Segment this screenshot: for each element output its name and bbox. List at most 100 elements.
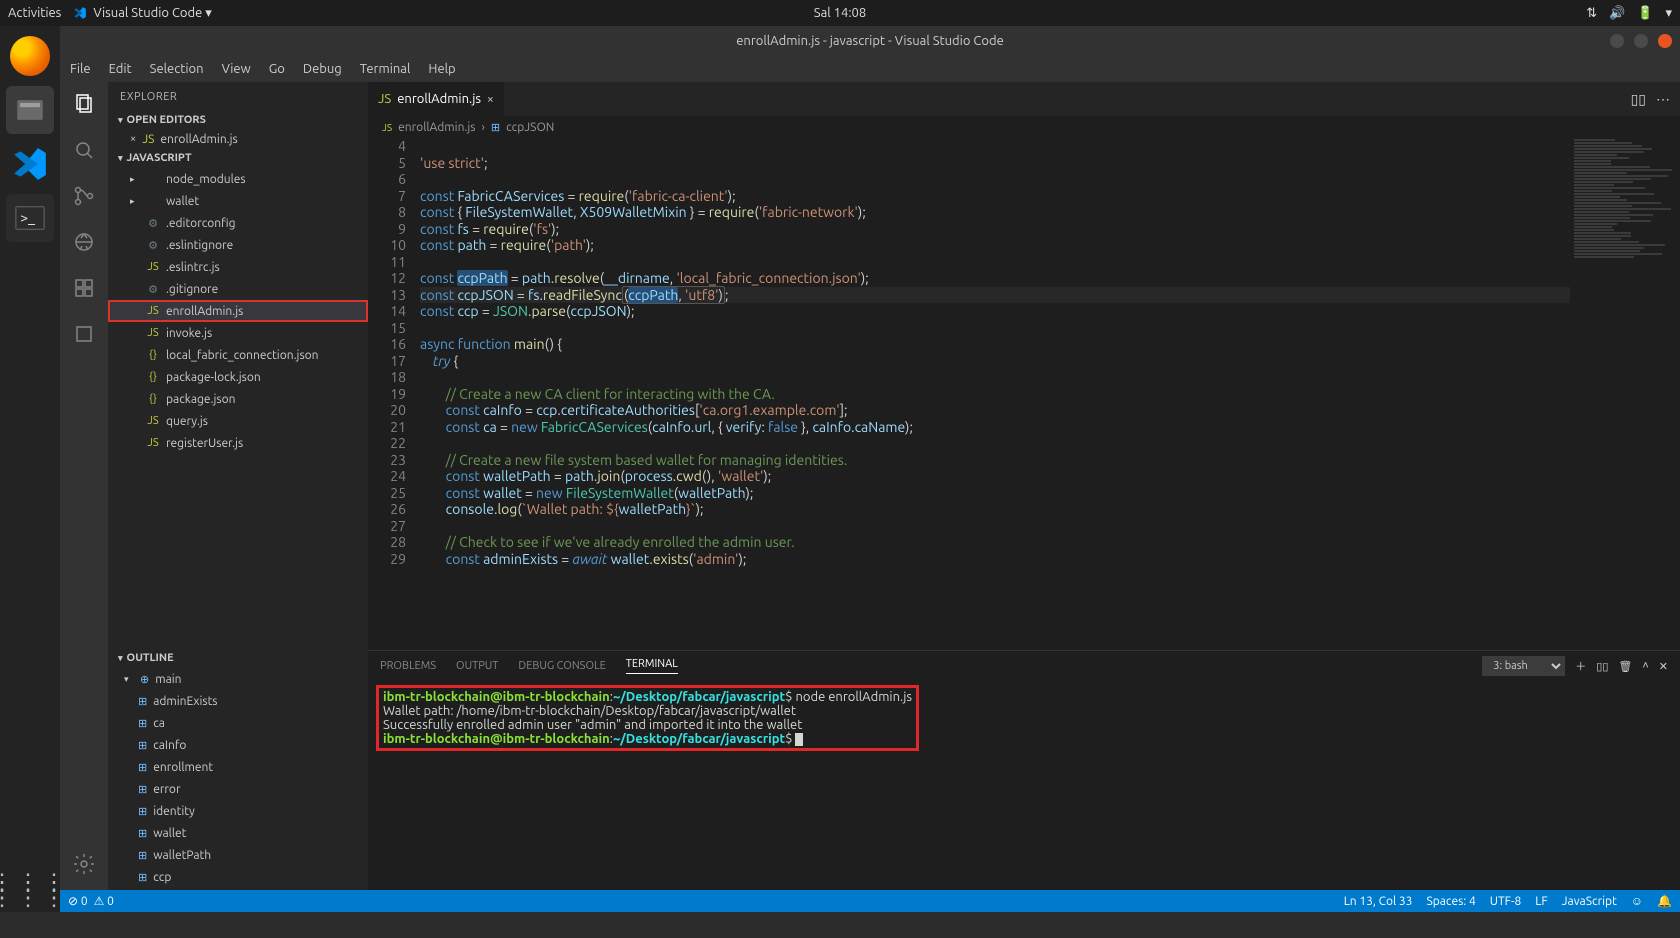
terminal-highlight: ibm-tr-blockchain@ibm-tr-blockchain:~/De…: [376, 685, 919, 751]
outline-item-enrollment[interactable]: ⊞enrollment: [108, 756, 368, 778]
close-tab-icon[interactable]: ×: [487, 93, 494, 106]
panel-tab-debug-console[interactable]: DEBUG CONSOLE: [518, 660, 605, 672]
status-language[interactable]: JavaScript: [1562, 895, 1617, 908]
close-panel-icon[interactable]: ✕: [1659, 660, 1668, 673]
kill-terminal-icon[interactable]: 🗑: [1618, 660, 1632, 673]
window-close[interactable]: [1658, 34, 1672, 48]
app-indicator[interactable]: Visual Studio Code ▾: [73, 6, 212, 21]
more-actions-icon[interactable]: ⋯: [1656, 91, 1670, 108]
window-maximize[interactable]: [1634, 34, 1648, 48]
status-spaces[interactable]: Spaces: 4: [1426, 895, 1475, 908]
firefox-icon[interactable]: [6, 32, 54, 80]
explorer-icon[interactable]: [70, 90, 98, 118]
file-item-.eslintignore[interactable]: ⚙.eslintignore: [108, 234, 368, 256]
js-file-icon: JS: [382, 122, 392, 133]
search-icon[interactable]: [70, 136, 98, 164]
extensions-icon[interactable]: [70, 274, 98, 302]
maximize-panel-icon[interactable]: ˄: [1642, 660, 1648, 672]
file-item-node_modules[interactable]: ▸node_modules: [108, 168, 368, 190]
outline-item-identity[interactable]: ⊞identity: [108, 800, 368, 822]
source-control-icon[interactable]: [70, 182, 98, 210]
settings-gear-icon[interactable]: [70, 850, 98, 878]
file-item-registerUser.js[interactable]: JSregisterUser.js: [108, 432, 368, 454]
vscode-icon[interactable]: [6, 140, 54, 188]
menu-terminal[interactable]: Terminal: [360, 62, 411, 76]
menu-debug[interactable]: Debug: [303, 62, 342, 76]
terminal-selector[interactable]: 3: bash: [1482, 656, 1565, 676]
outline-item-walletPath[interactable]: ⊞walletPath: [108, 844, 368, 866]
outline-item-adminExists[interactable]: ⊞adminExists: [108, 690, 368, 712]
debug-icon[interactable]: [70, 228, 98, 256]
status-eol[interactable]: LF: [1535, 895, 1547, 908]
panel-tabs: PROBLEMS OUTPUT DEBUG CONSOLE TERMINAL 3…: [368, 651, 1680, 681]
volume-icon[interactable]: 🔊: [1609, 6, 1625, 21]
menu-go[interactable]: Go: [269, 62, 285, 76]
terminal-icon[interactable]: >_: [6, 194, 54, 242]
panel-tab-terminal[interactable]: TERMINAL: [626, 658, 678, 674]
file-item-invoke.js[interactable]: JSinvoke.js: [108, 322, 368, 344]
file-item-local_fabric_connection.json[interactable]: {}local_fabric_connection.json: [108, 344, 368, 366]
open-editor-item[interactable]: × JS enrollAdmin.js: [108, 128, 368, 150]
breadcrumbs[interactable]: JS enrollAdmin.js › ⊞ ccpJSON: [368, 116, 1680, 138]
outline-item-error[interactable]: ⊞error: [108, 778, 368, 800]
menu-edit[interactable]: Edit: [109, 62, 132, 76]
gnome-top-bar: Activities Visual Studio Code ▾ Sal 14:0…: [0, 0, 1680, 26]
project-section[interactable]: JAVASCRIPT: [108, 150, 368, 166]
close-editor-icon[interactable]: ×: [130, 133, 136, 145]
terminal-cursor: [795, 733, 803, 746]
explorer-sidebar: EXPLORER OPEN EDITORS × JS enrollAdmin.j…: [108, 82, 368, 890]
dock: >_ ⋮⋮⋮⋮⋮⋮⋮⋮⋮: [0, 26, 60, 912]
file-item-enrollAdmin.js[interactable]: JSenrollAdmin.js: [108, 300, 368, 322]
menu-help[interactable]: Help: [428, 62, 455, 76]
status-cursor-pos[interactable]: Ln 13, Col 33: [1344, 895, 1413, 908]
panel-tab-problems[interactable]: PROBLEMS: [380, 660, 436, 672]
file-item-package.json[interactable]: {}package.json: [108, 388, 368, 410]
menu-view[interactable]: View: [222, 62, 251, 76]
menu-bar: File Edit Selection View Go Debug Termin…: [60, 56, 1680, 82]
code-editor[interactable]: 4567891011121314151617181920212223242526…: [368, 138, 1680, 650]
window-titlebar: enrollAdmin.js - javascript - Visual Stu…: [60, 26, 1680, 56]
window-minimize[interactable]: [1610, 34, 1624, 48]
status-bell-icon[interactable]: 🔔: [1657, 894, 1672, 908]
vscode-window: enrollAdmin.js - javascript - Visual Stu…: [60, 26, 1680, 912]
status-feedback-icon[interactable]: ☺: [1631, 894, 1643, 908]
tab-enrolladmin[interactable]: JS enrollAdmin.js ×: [368, 82, 505, 116]
outline-item-wallet[interactable]: ⊞wallet: [108, 822, 368, 844]
file-item-.editorconfig[interactable]: ⚙.editorconfig: [108, 212, 368, 234]
menu-selection[interactable]: Selection: [150, 62, 204, 76]
file-item-.eslintrc.js[interactable]: JS.eslintrc.js: [108, 256, 368, 278]
outline-item-ccp[interactable]: ⊞ccp: [108, 866, 368, 888]
file-item-package-lock.json[interactable]: {}package-lock.json: [108, 366, 368, 388]
clock[interactable]: Sal 14:08: [814, 6, 866, 20]
outline-section[interactable]: OUTLINE: [108, 650, 368, 666]
file-item-wallet[interactable]: ▸wallet: [108, 190, 368, 212]
status-errors[interactable]: ⊘ 0: [68, 894, 88, 908]
split-terminal-icon[interactable]: ▯▯: [1596, 660, 1608, 673]
js-file-icon: JS: [142, 133, 154, 146]
activities-button[interactable]: Activities: [8, 6, 61, 20]
outline-main[interactable]: ▾⊕main: [108, 668, 368, 690]
file-item-.gitignore[interactable]: ⚙.gitignore: [108, 278, 368, 300]
network-icon[interactable]: ⇅: [1586, 6, 1597, 21]
split-editor-icon[interactable]: ▯▯: [1631, 91, 1646, 108]
files-icon[interactable]: [6, 86, 54, 134]
battery-icon[interactable]: 🔋: [1637, 6, 1653, 21]
file-item-query.js[interactable]: JSquery.js: [108, 410, 368, 432]
open-editors-section[interactable]: OPEN EDITORS: [108, 112, 368, 128]
menu-file[interactable]: File: [70, 62, 91, 76]
status-warnings[interactable]: ⚠ 0: [94, 894, 114, 908]
terminal-body[interactable]: ibm-tr-blockchain@ibm-tr-blockchain:~/De…: [368, 681, 1680, 890]
variable-icon: ⊞: [491, 121, 500, 134]
new-terminal-icon[interactable]: ＋: [1575, 658, 1586, 674]
status-bar: ⊘ 0 ⚠ 0 Ln 13, Col 33 Spaces: 4 UTF-8 LF…: [60, 890, 1680, 912]
outline-item-ca[interactable]: ⊞ca: [108, 712, 368, 734]
show-apps-icon[interactable]: ⋮⋮⋮⋮⋮⋮⋮⋮⋮: [0, 878, 69, 902]
blockchain-icon[interactable]: [70, 320, 98, 348]
minimap[interactable]: [1570, 138, 1680, 650]
status-encoding[interactable]: UTF-8: [1490, 895, 1521, 908]
svg-text:>_: >_: [20, 209, 36, 225]
panel-tab-output[interactable]: OUTPUT: [456, 660, 498, 672]
power-icon[interactable]: ▾: [1665, 6, 1672, 21]
window-title: enrollAdmin.js - javascript - Visual Stu…: [736, 34, 1004, 48]
outline-item-caInfo[interactable]: ⊞caInfo: [108, 734, 368, 756]
